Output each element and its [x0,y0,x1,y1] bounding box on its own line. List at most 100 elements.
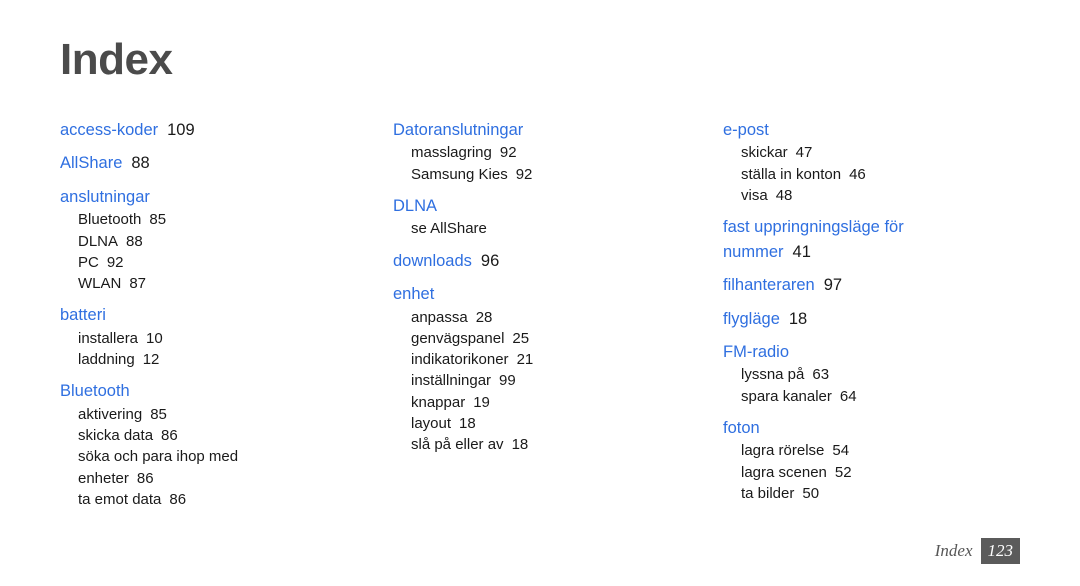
index-entry-label: fast uppringningsläge för nummer [723,218,904,261]
index-entry[interactable]: flygläge 18 [723,307,971,331]
index-subentry-label: se AllShare [411,220,487,238]
page-footer: Index 123 [935,538,1020,564]
index-subentry[interactable]: ställa in konton 46 [723,164,975,185]
index-subentry-page: 64 [839,387,857,405]
index-subentry-list: installera 10 laddning 12 [60,328,390,371]
index-subentry-label: skickar [741,144,788,162]
index-entry[interactable]: AllShare 88 [60,151,308,175]
index-entry-page: 18 [788,309,808,328]
index-entry-page: 109 [167,121,195,139]
index-entry[interactable]: filhanteraren 97 [723,273,971,297]
index-subentry-label: layout [411,415,452,432]
index-subentry[interactable]: PC 92 [60,252,312,273]
index-subentry-label: knappar [411,393,466,411]
index-entry-group: access-koder 109 [60,118,390,142]
index-subentry-page: 92 [106,253,124,271]
index-subentry-label: installera [78,329,139,347]
index-subentry-page: 10 [146,329,163,347]
index-subentry-label: söka och para ihop med enheter [78,448,239,487]
index-subentry-page: 18 [459,415,476,432]
index-subentry-label: Bluetooth [78,211,142,229]
index-subentry-page: 87 [129,275,147,293]
index-subentry[interactable]: genvägspanel 25 [393,328,645,349]
index-subentry[interactable]: söka och para ihop med enheter 86 [60,446,312,489]
index-subentry[interactable]: spara kanaler 64 [723,386,975,407]
index-subentry[interactable]: slå på eller av 18 [393,434,645,455]
index-subentry[interactable]: lyssna på 63 [723,364,975,385]
index-subentry-page: 50 [802,484,820,502]
index-subentry-label: ta bilder [741,484,795,502]
index-subentry[interactable]: ta bilder 50 [723,483,975,504]
index-subentry-page: 47 [795,144,813,162]
index-subentry-list: lagra rörelse 54 lagra scenen 52 ta bilder 50 [723,440,1053,504]
index-subentry-page: 92 [515,165,533,183]
index-subentry[interactable]: masslagring 92 [393,142,645,163]
index-subentry-list: anpassa 28 genvägspanel 25 indikatorikoner 21… [393,307,723,456]
index-subentry-label: visa [741,187,768,204]
index-subentry[interactable]: ta emot data 86 [60,489,312,510]
index-subentry-page: 46 [849,165,866,183]
index-subentry-label: genvägspanel [411,329,505,347]
index-subentry-label: spara kanaler [741,387,832,405]
index-entry-label: Bluetooth [60,382,130,401]
index-entry-group: enhet anpassa 28 genvägspanel 25 indikatoriko… [393,282,723,455]
index-entry[interactable]: foton [723,416,971,440]
index-subentry-page: 48 [775,187,793,204]
index-subentry-page: 18 [511,436,529,454]
index-subentry[interactable]: inställningar 99 [393,370,645,391]
column-3: e-post skickar 47 ställa in konton 46 visa 48 f… [723,118,1053,519]
index-subentry[interactable]: lagra scenen 52 [723,462,975,483]
index-subentry[interactable]: lagra rörelse 54 [723,440,975,461]
index-entry[interactable]: Datoranslutningar [393,118,641,142]
index-subentry[interactable]: installera 10 [60,328,312,349]
index-subentry-page: 86 [169,491,187,508]
index-subentry[interactable]: laddning 12 [60,349,312,370]
index-entry[interactable]: downloads 96 [393,249,641,273]
index-subentry-label: WLAN [78,275,122,293]
index-subentry[interactable]: DLNA 88 [60,231,312,252]
index-subentry[interactable]: visa 48 [723,185,975,206]
index-entry-group: filhanteraren 97 [723,273,1053,297]
index-entry-label: foton [723,418,760,437]
index-subentry-label: masslagring [411,144,492,162]
index-entry[interactable]: enhet [393,282,641,306]
index-subentry-list: aktivering 85 skicka data 86 söka och para i… [60,404,390,510]
index-entry[interactable]: fast uppringningsläge för nummer 41 [723,215,971,264]
index-subentry-list: lyssna på 63 spara kanaler 64 [723,364,1053,407]
index-subentry[interactable]: layout 18 [393,413,645,434]
index-subentry-list: skickar 47 ställa in konton 46 visa 48 [723,142,1053,206]
index-entry[interactable]: access-koder 109 [60,118,308,142]
index-entry-label: e-post [723,121,769,139]
index-subentry-page: 52 [834,463,852,481]
index-entry-group: DLNA se AllShare [393,194,723,240]
index-subentry[interactable]: WLAN 87 [60,273,312,294]
index-subentry[interactable]: se AllShare [393,218,645,239]
index-entry-page: 41 [792,242,811,261]
index-entry[interactable]: Bluetooth [60,379,308,403]
index-entry-label: flygläge [723,309,780,328]
index-entry[interactable]: anslutningar [60,185,308,209]
index-subentry[interactable]: skickar 47 [723,142,975,163]
index-entry-label: Datoranslutningar [393,121,524,139]
index-entry-label: enhet [393,285,435,304]
index-subentry[interactable]: skicka data 86 [60,425,312,446]
index-subentry[interactable]: Bluetooth 85 [60,209,312,230]
index-page: Index access-koder 109 AllShare 88 anslutnin… [0,0,1080,586]
index-entry-page: 88 [131,154,150,173]
index-subentry[interactable]: indikatorikoner 21 [393,349,645,370]
index-entry[interactable]: e-post [723,118,971,142]
index-entry[interactable]: DLNA [393,194,641,218]
index-subentry-page: 21 [516,351,534,369]
index-entry-label: DLNA [393,197,438,215]
page-title: Index [60,35,173,84]
index-subentry[interactable]: Samsung Kies 92 [393,164,645,185]
index-subentry-label: slå på eller av [411,436,504,454]
index-subentry[interactable]: anpassa 28 [393,307,645,328]
index-entry-group: Bluetooth aktivering 85 skicka data 86 söka o… [60,379,390,510]
index-subentry[interactable]: aktivering 85 [60,404,312,425]
index-entry[interactable]: batteri [60,303,308,327]
index-subentry-label: lagra scenen [741,463,827,481]
index-subentry[interactable]: knappar 19 [393,392,645,413]
index-subentry-page: 54 [832,442,850,460]
index-entry[interactable]: FM-radio [723,340,971,364]
